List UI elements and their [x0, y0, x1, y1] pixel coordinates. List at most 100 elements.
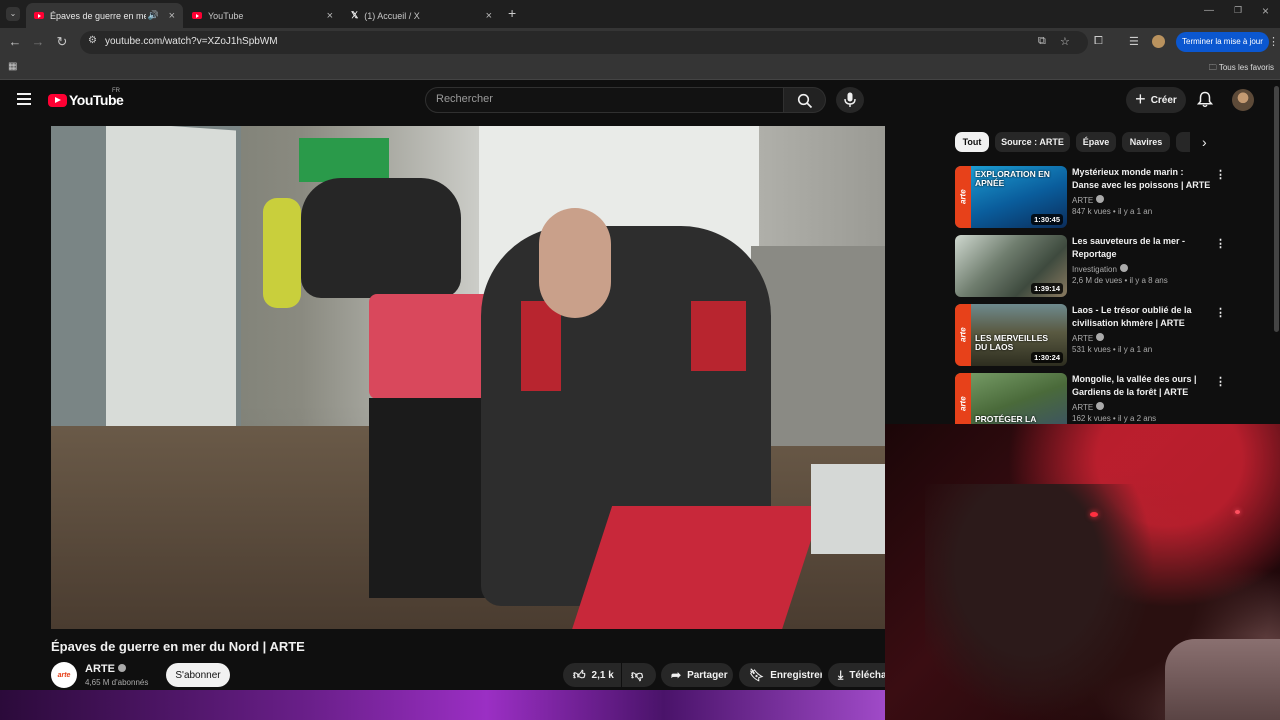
reload-icon[interactable]: ↻: [54, 34, 70, 50]
video-duration: 1:30:45: [1031, 214, 1063, 225]
chip-next-partial[interactable]: [1176, 132, 1190, 152]
page-scrollbar[interactable]: [1274, 86, 1279, 332]
forward-icon[interactable]: →: [30, 34, 46, 50]
bookmark-star-icon[interactable]: ☆: [1060, 35, 1070, 48]
notifications-bell-icon[interactable]: [1197, 91, 1213, 108]
video-duration: 1:30:24: [1031, 352, 1063, 363]
all-bookmarks-button[interactable]: 🗀 Tous les favoris: [1209, 62, 1274, 76]
arte-logo: arte: [955, 166, 971, 228]
voice-search-button[interactable]: [836, 87, 864, 113]
recommendation-channel[interactable]: Investigation: [1072, 264, 1128, 274]
search-box: [425, 87, 784, 113]
like-button[interactable]: 👍︎ 2,1 k: [563, 663, 621, 687]
close-tab-icon[interactable]: ×: [486, 10, 492, 22]
url-text: youtube.com/watch?v=XZoJ1hSpbWM: [105, 36, 278, 47]
close-window-icon[interactable]: ×: [1262, 4, 1269, 18]
close-tab-icon[interactable]: ×: [169, 10, 175, 22]
menu-icon[interactable]: [17, 93, 31, 105]
channel-text: Investigation: [1072, 265, 1117, 274]
chip-ships[interactable]: Navires: [1122, 132, 1170, 152]
video-title: Épaves de guerre en mer du Nord | ARTE: [51, 639, 305, 654]
site-info-icon[interactable]: ⚙: [88, 35, 97, 46]
video-frame-person-back: [301, 178, 461, 298]
tab-title: (1) Accueil / X: [364, 10, 420, 21]
webcam-pillow: [1165, 639, 1280, 720]
webcam-person-silhouette: [925, 484, 1155, 720]
search-input[interactable]: [436, 93, 766, 105]
more-options-icon[interactable]: ⋮: [1215, 237, 1226, 250]
more-options-icon[interactable]: ⋮: [1215, 306, 1226, 319]
search-button[interactable]: [784, 87, 826, 113]
share-label: Partager: [687, 669, 728, 681]
subscribe-button[interactable]: S'abonner: [166, 663, 230, 687]
video-thumbnail[interactable]: arte LES MERVEILLES DU LAOS 1:30:24: [955, 304, 1067, 366]
save-label: Enregistrer: [770, 669, 822, 681]
recommendation-item[interactable]: arte LES MERVEILLES DU LAOS 1:30:24 Laos…: [955, 304, 1230, 366]
recommendation-item[interactable]: 1:39:14 Les sauveteurs de la mer - Repor…: [955, 235, 1230, 297]
tab-title: Épaves de guerre en mer du: [50, 10, 146, 21]
create-button[interactable]: + Créer: [1126, 87, 1186, 113]
recommendation-item[interactable]: arte EXPLORATION EN APNÉE 1:30:45 Mystér…: [955, 166, 1230, 228]
reading-list-icon[interactable]: ☰: [1129, 35, 1139, 48]
create-label: Créer: [1150, 94, 1177, 106]
save-button[interactable]: 🔖︎ Enregistrer: [739, 663, 822, 687]
restore-icon[interactable]: ❐: [1234, 5, 1242, 16]
channel-text: ARTE: [1072, 334, 1094, 343]
profile-avatar-icon[interactable]: [1152, 35, 1165, 48]
chips-next-arrow-icon[interactable]: ›: [1202, 134, 1207, 150]
bookmarks-bar: ▦ 🗀 Tous les favoris: [0, 56, 1280, 80]
channel-text: ARTE: [1072, 196, 1094, 205]
recommendation-title[interactable]: Mystérieux monde marin : Danse avec les …: [1072, 166, 1212, 192]
account-avatar[interactable]: [1232, 89, 1254, 111]
update-button[interactable]: Terminer la mise à jour: [1176, 32, 1269, 52]
video-frame-green-panel: [299, 138, 389, 182]
download-button[interactable]: ⤓ Télécha: [828, 663, 885, 687]
verified-badge-icon: [1096, 333, 1105, 341]
recommendation-channel[interactable]: ARTE: [1072, 333, 1105, 343]
tab-x[interactable]: 𝕏 (1) Accueil / X ×: [343, 3, 500, 28]
download-label: Télécha: [849, 669, 885, 681]
recommendation-title[interactable]: Les sauveteurs de la mer - Reportage: [1072, 235, 1212, 261]
recommendation-title[interactable]: Mongolie, la vallée des ours | Gardiens …: [1072, 373, 1212, 399]
share-arrow-icon: ➦: [671, 668, 682, 682]
tab-search-button[interactable]: ⌄: [6, 7, 20, 21]
tab-video[interactable]: Épaves de guerre en mer du 🔊 ×: [26, 3, 183, 28]
verified-badge-icon: [1119, 264, 1128, 272]
minimize-icon[interactable]: —: [1204, 5, 1214, 16]
video-frame-diver-head: [539, 208, 611, 318]
browser-tab-bar: ⌄ Épaves de guerre en mer du 🔊 × YouTube…: [0, 0, 1280, 28]
arte-logo: arte: [955, 304, 971, 366]
extensions-icon[interactable]: ⧠: [1094, 35, 1103, 48]
more-options-icon[interactable]: ⋮: [1215, 375, 1226, 388]
youtube-logo[interactable]: YouTube FR: [48, 88, 124, 108]
install-app-icon[interactable]: ⧉: [1038, 35, 1046, 48]
recommendation-channel[interactable]: ARTE: [1072, 402, 1105, 412]
tab-youtube[interactable]: YouTube ×: [184, 3, 341, 28]
all-bookmarks-label: Tous les favoris: [1218, 63, 1274, 72]
folder-icon: 🗀: [1208, 63, 1217, 72]
recommendation-channel[interactable]: ARTE: [1072, 195, 1105, 205]
channel-name[interactable]: ARTE: [85, 663, 126, 675]
back-icon[interactable]: ←: [7, 34, 23, 50]
close-tab-icon[interactable]: ×: [327, 10, 333, 22]
recommendation-title[interactable]: Laos - Le trésor oublié de la civilisati…: [1072, 304, 1212, 330]
chip-wreck[interactable]: Épave: [1076, 132, 1116, 152]
apps-grid-icon[interactable]: ▦: [8, 61, 17, 72]
verified-badge-icon: [117, 664, 126, 672]
video-player[interactable]: [51, 126, 885, 629]
audio-playing-icon[interactable]: 🔊: [148, 10, 159, 21]
chip-source-arte[interactable]: Source : ARTE: [995, 132, 1070, 152]
more-menu-icon[interactable]: ⋮: [1268, 35, 1279, 48]
chip-all[interactable]: Tout: [955, 132, 989, 152]
channel-avatar[interactable]: arte: [51, 662, 77, 688]
video-thumbnail[interactable]: 1:39:14: [955, 235, 1067, 297]
thumbnail-caption: EXPLORATION EN APNÉE: [975, 169, 1050, 188]
more-options-icon[interactable]: ⋮: [1215, 168, 1226, 181]
video-thumbnail[interactable]: arte EXPLORATION EN APNÉE 1:30:45: [955, 166, 1067, 228]
tab-title: YouTube: [208, 10, 244, 21]
new-tab-button[interactable]: +: [508, 5, 516, 21]
address-bar[interactable]: ⚙ youtube.com/watch?v=XZoJ1hSpbWM ⧉ ☆: [80, 31, 1088, 54]
share-button[interactable]: ➦ Partager: [661, 663, 733, 687]
dislike-button[interactable]: 👎︎: [622, 663, 656, 687]
verified-badge-icon: [1096, 402, 1105, 410]
